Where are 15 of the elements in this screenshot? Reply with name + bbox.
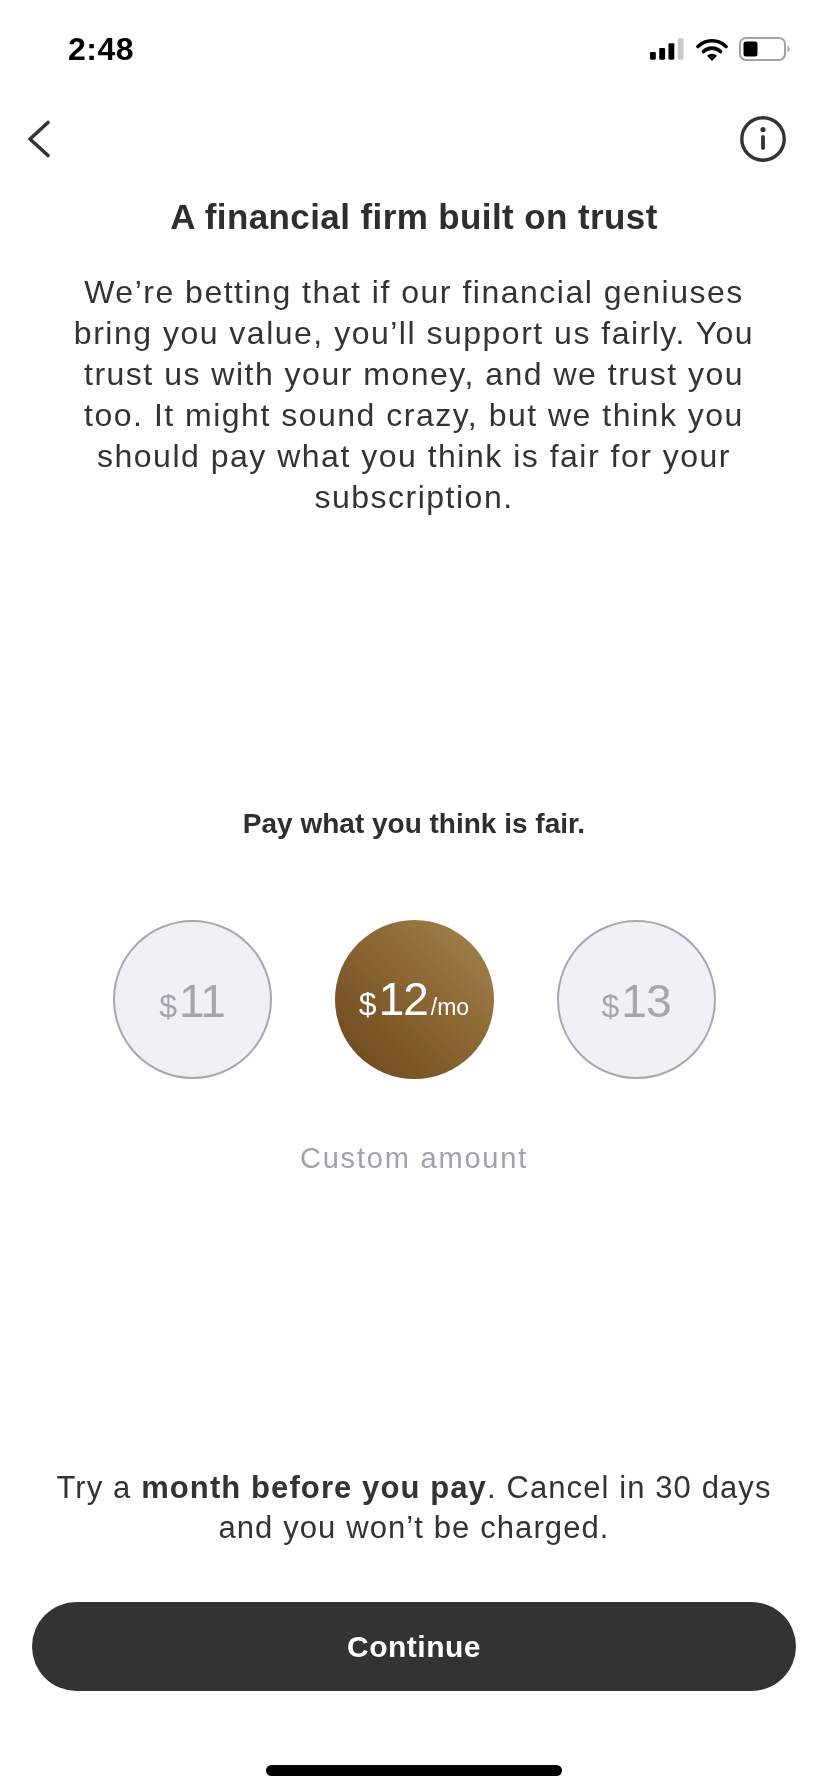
status-time: 2:48 [68, 30, 135, 68]
battery-icon [739, 37, 791, 61]
continue-button[interactable]: Continue [32, 1602, 796, 1691]
signal-icon [650, 38, 685, 60]
custom-amount-link[interactable]: Custom amount [299, 1140, 529, 1176]
description-paragraph: We’re betting that if our financial geniuses bring you value, you’ll support us fairly. You trust us with your money, and we trust you too. It might sound crazy, but we think you should pay what you think is fair for your subscription. [72, 273, 756, 517]
price-option[interactable]: $11 [112, 920, 272, 1079]
back-icon[interactable] [26, 120, 51, 158]
price-option[interactable]: $13 [556, 920, 716, 1079]
price-option[interactable]: $12/mo [334, 920, 494, 1079]
wifi-icon [696, 37, 728, 61]
pricing-heading: Pay what you think is fair. [242, 807, 586, 841]
page-title: A financial firm built on trust [170, 197, 658, 237]
trial-note: Try a month before you pay. Cancel in 30 days and you won’t be charged. [55, 1469, 773, 1547]
info-icon[interactable] [740, 116, 786, 162]
